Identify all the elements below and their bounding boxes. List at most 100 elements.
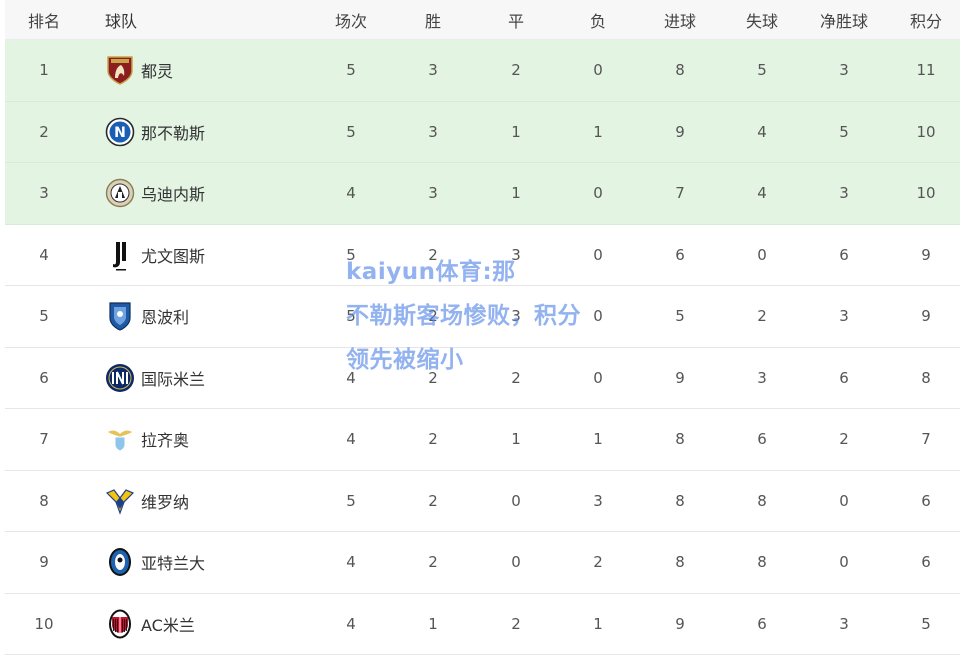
team-cell[interactable]: 恩波利 [105,286,189,347]
won-cell: 1 [428,614,438,633]
table-row[interactable]: 10 AC米兰 4 1 2 1 9 6 3 5 [5,594,960,655]
goals-for-cell: 8 [675,61,685,80]
goal-diff-cell: 3 [839,307,849,326]
drawn-cell: 0 [511,491,521,510]
goals-against-cell: 4 [757,184,767,203]
won-cell: 3 [428,122,438,141]
goal-diff-cell: 6 [839,245,849,264]
drawn-cell: 3 [511,307,521,326]
won-cell: 3 [428,61,438,80]
goal-diff-cell: 0 [839,491,849,510]
table-row[interactable]: 9 亚特兰大 4 2 0 2 8 8 0 6 [5,532,960,594]
drawn-cell: 1 [511,122,521,141]
ac-milan-logo [105,608,135,640]
atalanta-logo [105,546,135,578]
table-row[interactable]: 2 N 那不勒斯 5 3 1 1 9 4 5 10 [5,101,960,163]
lost-cell: 3 [593,491,603,510]
header-won[interactable]: 胜 [425,0,441,39]
team-cell[interactable]: 乌迪内斯 [105,163,205,224]
rank-cell: 8 [39,491,49,510]
table-row[interactable]: 7 拉齐奥 4 2 1 1 8 6 2 7 [5,409,960,471]
table-row[interactable]: 3 乌迪内斯 4 3 1 0 7 4 3 10 [5,163,960,225]
won-cell: 2 [428,307,438,326]
header-played[interactable]: 场次 [335,0,367,39]
rank-cell: 9 [39,553,49,572]
table-row[interactable]: 6 国际米兰 4 2 2 0 9 3 6 8 [5,348,960,409]
team-cell[interactable]: 国际米兰 [105,348,205,409]
drawn-cell: 3 [511,245,521,264]
goals-against-cell: 3 [757,368,767,387]
goals-against-cell: 0 [757,245,767,264]
team-cell[interactable]: N 那不勒斯 [105,102,205,163]
points-cell: 9 [921,307,931,326]
played-cell: 5 [346,245,356,264]
goals-for-cell: 8 [675,553,685,572]
header-rank[interactable]: 排名 [28,0,60,39]
goals-for-cell: 9 [675,122,685,141]
points-cell: 6 [921,491,931,510]
played-cell: 4 [346,368,356,387]
header-goal-diff[interactable]: 净胜球 [820,0,868,39]
team-cell[interactable]: 都灵 [105,40,173,101]
goal-diff-cell: 3 [839,61,849,80]
points-cell: 6 [921,553,931,572]
team-name[interactable]: 国际米兰 [141,366,205,390]
team-name[interactable]: 尤文图斯 [141,243,205,267]
played-cell: 4 [346,184,356,203]
goals-for-cell: 9 [675,368,685,387]
empoli-logo [105,300,135,332]
header-goals-against[interactable]: 失球 [746,0,778,39]
goal-diff-cell: 3 [839,614,849,633]
points-cell: 7 [921,430,931,449]
header-drawn[interactable]: 平 [508,0,524,39]
torino-logo [105,54,135,86]
goals-against-cell: 4 [757,122,767,141]
played-cell: 4 [346,614,356,633]
team-cell[interactable]: 维罗纳 [105,471,189,532]
verona-logo [105,485,135,517]
header-points[interactable]: 积分 [910,0,942,39]
drawn-cell: 2 [511,614,521,633]
points-cell: 11 [916,61,936,80]
team-name[interactable]: 恩波利 [141,304,189,328]
team-cell[interactable]: 拉齐奥 [105,409,189,470]
team-name[interactable]: 都灵 [141,58,173,82]
napoli-logo: N [105,116,135,148]
table-row[interactable]: 8 维罗纳 5 2 0 3 8 8 0 6 [5,471,960,532]
header-team[interactable]: 球队 [105,0,137,39]
won-cell: 2 [428,245,438,264]
team-name[interactable]: 那不勒斯 [141,120,205,144]
table-row[interactable]: 5 恩波利 5 2 3 0 5 2 3 9 [5,286,960,348]
header-lost[interactable]: 负 [590,0,606,39]
team-cell[interactable]: 尤文图斯 [105,225,205,286]
drawn-cell: 2 [511,61,521,80]
won-cell: 2 [428,491,438,510]
table-header: 排名 球队 场次 胜 平 负 进球 失球 净胜球 积分 [5,0,960,40]
team-name[interactable]: 乌迪内斯 [141,181,205,205]
points-cell: 9 [921,245,931,264]
drawn-cell: 1 [511,430,521,449]
team-cell[interactable]: 亚特兰大 [105,532,205,593]
lost-cell: 1 [593,122,603,141]
lost-cell: 0 [593,61,603,80]
points-cell: 5 [921,614,931,633]
lost-cell: 2 [593,553,603,572]
goal-diff-cell: 0 [839,553,849,572]
team-name[interactable]: 维罗纳 [141,489,189,513]
goal-diff-cell: 6 [839,368,849,387]
team-cell[interactable]: AC米兰 [105,594,195,655]
header-goals-for[interactable]: 进球 [664,0,696,39]
juventus-logo [105,239,135,271]
team-name[interactable]: 亚特兰大 [141,550,205,574]
rank-cell: 7 [39,430,49,449]
rank-cell: 5 [39,307,49,326]
played-cell: 5 [346,491,356,510]
inter-logo [105,362,135,394]
team-name[interactable]: 拉齐奥 [141,427,189,451]
table-row[interactable]: 1 都灵 5 3 2 0 8 5 3 11 [5,40,960,102]
table-row[interactable]: 4 尤文图斯 5 2 3 0 6 0 6 9 [5,225,960,286]
lost-cell: 1 [593,614,603,633]
lost-cell: 0 [593,245,603,264]
goals-for-cell: 6 [675,245,685,264]
team-name[interactable]: AC米兰 [141,612,195,636]
